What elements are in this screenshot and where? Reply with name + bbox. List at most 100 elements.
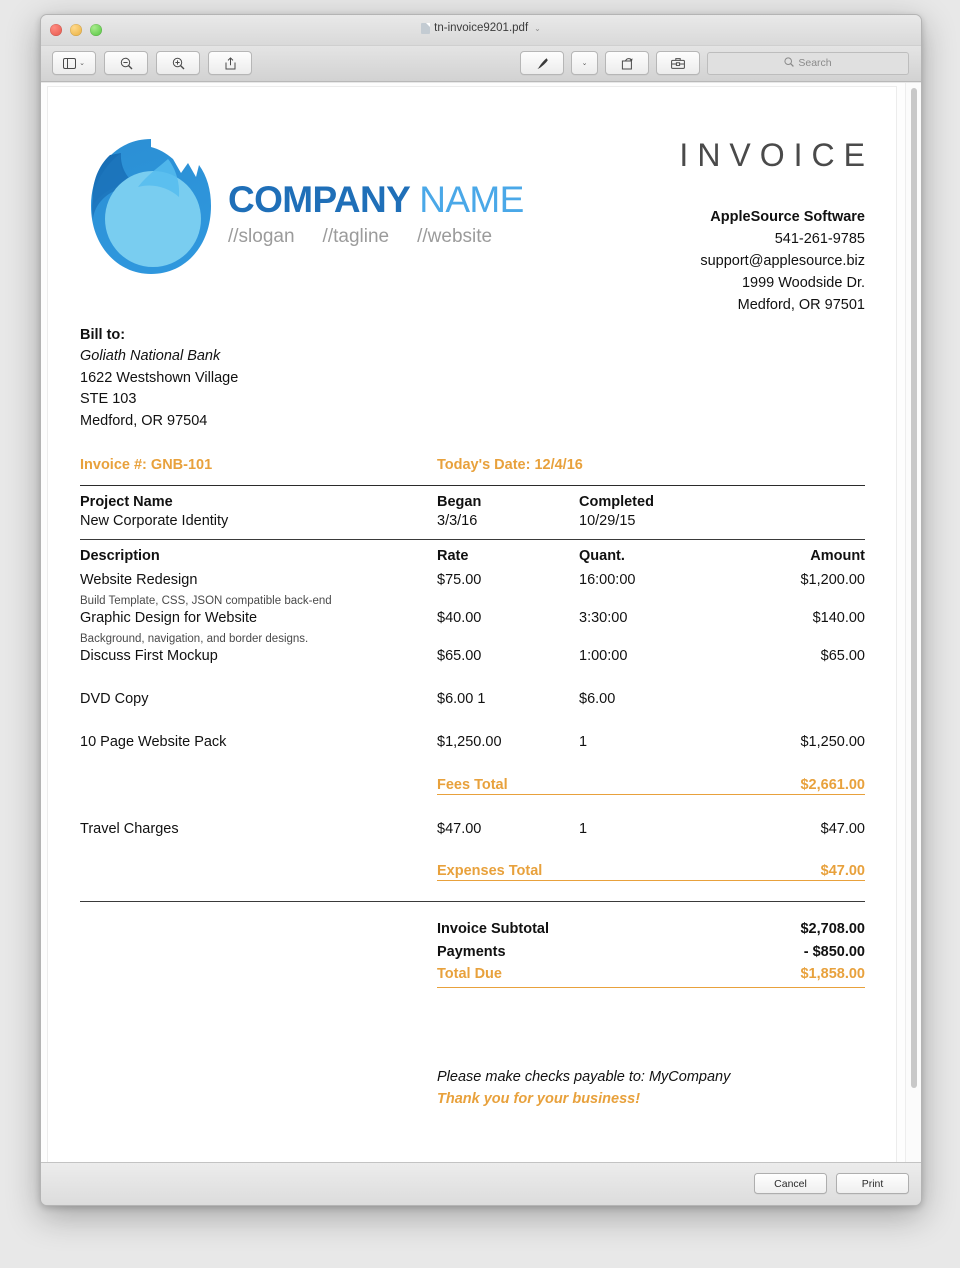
row-amount: $140.00 <box>812 610 865 627</box>
vertical-scrollbar[interactable] <box>905 83 921 1162</box>
invoice-number-label: Invoice #: <box>80 457 147 474</box>
row-quantity: 1:00:00 <box>579 648 628 665</box>
divider-above-totals <box>80 901 865 903</box>
search-placeholder: Search <box>798 57 832 69</box>
row-description: Travel Charges <box>80 821 179 838</box>
project-completed-header: Completed <box>579 494 654 511</box>
thank-you-note: Thank you for your business! <box>437 1091 641 1108</box>
row-quantity: $6.00 <box>579 691 616 708</box>
company-name-part2: NAME <box>419 178 524 220</box>
subtotal-row: Invoice Subtotal $2,708.00 <box>437 918 865 940</box>
website-text: //website <box>417 225 493 247</box>
divider-above-items <box>80 539 865 541</box>
row-description: Discuss First Mockup <box>80 648 218 665</box>
expenses-total-label: Expenses Total <box>437 863 543 880</box>
document-title-text: tn-invoice9201.pdf <box>434 22 529 34</box>
toolbar-right-group: ⌄ Search <box>520 51 909 75</box>
row-spacer <box>80 842 865 863</box>
zoom-in-button[interactable] <box>156 51 200 75</box>
project-value-row: New Corporate Identity 3/3/16 10/29/15 <box>80 513 865 529</box>
share-button[interactable] <box>208 51 252 75</box>
row-rate: $65.00 <box>437 648 482 665</box>
company-branding: COMPANY NAME //slogan //tagline //websit… <box>80 133 524 281</box>
row-amount: $65.00 <box>820 648 865 665</box>
payments-row: Payments - $850.00 <box>437 941 865 963</box>
zoom-in-icon <box>172 57 185 70</box>
table-row: Discuss First Mockup $65.00 1:00:00 $65.… <box>80 648 865 669</box>
table-row: Graphic Design for Website $40.00 3:30:0… <box>80 610 865 631</box>
checks-payable-note: Please make checks payable to: MyCompany <box>437 1068 731 1085</box>
window-titlebar[interactable]: tn-invoice9201.pdf ⌄ <box>41 15 921 46</box>
pdf-page: COMPANY NAME //slogan //tagline //websit… <box>48 87 896 1162</box>
subtotal-value: $2,708.00 <box>800 921 865 938</box>
row-rate: $6.00 1 <box>437 691 486 708</box>
row-description: Website Redesign <box>80 572 198 589</box>
payments-value: - $850.00 <box>803 943 865 960</box>
markup-options-button[interactable]: ⌄ <box>571 51 598 75</box>
row-amount: $1,200.00 <box>800 572 865 589</box>
row-description: 10 Page Website Pack <box>80 734 227 751</box>
row-amount: $47.00 <box>820 821 865 838</box>
bill-to-city-state-zip: Medford, OR 97504 <box>80 412 208 429</box>
row-spacer <box>80 712 865 734</box>
dialog-bottom-bar: Cancel Print <box>41 1162 921 1205</box>
project-completed-value: 10/29/15 <box>579 513 636 530</box>
bill-to-block: Bill to: Goliath National Bank 1622 West… <box>80 325 865 432</box>
pdf-preview-window: tn-invoice9201.pdf ⌄ ⌄ ⌄ Search COMPANY … <box>40 14 922 1206</box>
vendor-email: support@applesource.biz <box>700 253 865 270</box>
project-section: Project Name Began Completed New Corpora… <box>80 494 865 529</box>
slogan-text: //slogan <box>228 225 295 247</box>
project-name-header: Project Name <box>80 494 173 511</box>
payments-label: Payments <box>437 943 506 960</box>
total-due-row: Total Due $1,858.00 <box>437 963 865 988</box>
rotate-button[interactable] <box>605 51 649 75</box>
table-row: Website Redesign $75.00 16:00:00 $1,200.… <box>80 572 865 593</box>
invoice-date-group: Today's Date: 12/4/16 <box>437 457 583 473</box>
fees-total-row: Fees Total $2,661.00 <box>437 777 865 796</box>
scrollbar-thumb[interactable] <box>911 88 917 1088</box>
vendor-address: AppleSource Software 541-261-9785 suppor… <box>679 206 865 316</box>
cancel-button[interactable]: Cancel <box>754 1173 827 1194</box>
project-name-value: New Corporate Identity <box>80 513 229 530</box>
vendor-street: 1999 Woodside Dr. <box>741 275 865 292</box>
zoom-out-icon <box>120 57 133 70</box>
project-began-value: 3/3/16 <box>437 513 478 530</box>
markup-button[interactable] <box>520 51 564 75</box>
table-header-row: Description Rate Quant. Amount <box>80 548 865 569</box>
company-name-part1: COMPANY <box>228 178 410 220</box>
row-quantity: 3:30:00 <box>579 610 628 627</box>
invoice-meta: Invoice #: GNB-101 Today's Date: 12/4/16 <box>80 457 865 473</box>
row-note: Build Template, CSS, JSON compatible bac… <box>80 595 332 608</box>
chevron-down-icon: ⌄ <box>581 59 588 67</box>
invoice-footer: Please make checks payable to: MyCompany… <box>437 1066 865 1111</box>
invoice-number-group: Invoice #: GNB-101 <box>80 457 437 473</box>
row-quantity: 1 <box>579 734 588 751</box>
row-rate: $75.00 <box>437 572 482 589</box>
zoom-out-button[interactable] <box>104 51 148 75</box>
fees-total-value: $2,661.00 <box>800 777 865 794</box>
document-title: tn-invoice9201.pdf ⌄ <box>41 22 921 34</box>
table-row: DVD Copy $6.00 1 $6.00 <box>80 691 865 712</box>
column-header-quantity: Quant. <box>579 548 625 565</box>
company-logo-icon <box>80 133 222 281</box>
chevron-down-icon[interactable]: ⌄ <box>534 24 541 33</box>
rotate-icon <box>621 57 634 70</box>
share-icon <box>225 56 236 70</box>
invoice-title-and-vendor: INVOICE AppleSource Software 541-261-978… <box>679 133 865 316</box>
table-row: Travel Charges $47.00 1 $47.00 <box>80 821 865 842</box>
company-name: COMPANY NAME <box>228 181 524 218</box>
bill-to-suite: STE 103 <box>80 391 137 408</box>
annotate-button[interactable] <box>656 51 700 75</box>
search-input[interactable]: Search <box>707 51 909 75</box>
divider-above-project <box>80 485 865 487</box>
print-button[interactable]: Print <box>836 1173 909 1194</box>
sidebar-icon <box>63 57 77 69</box>
company-taglines: //slogan //tagline //website <box>228 226 524 248</box>
row-amount: $1,250.00 <box>800 734 865 751</box>
row-description: Graphic Design for Website <box>80 610 258 627</box>
sidebar-view-button[interactable]: ⌄ <box>52 51 96 75</box>
page-title: INVOICE <box>679 137 874 173</box>
company-name-block: COMPANY NAME //slogan //tagline //websit… <box>228 181 524 248</box>
row-note: Background, navigation, and border desig… <box>80 633 309 646</box>
pdf-content-area: COMPANY NAME //slogan //tagline //websit… <box>41 82 921 1162</box>
